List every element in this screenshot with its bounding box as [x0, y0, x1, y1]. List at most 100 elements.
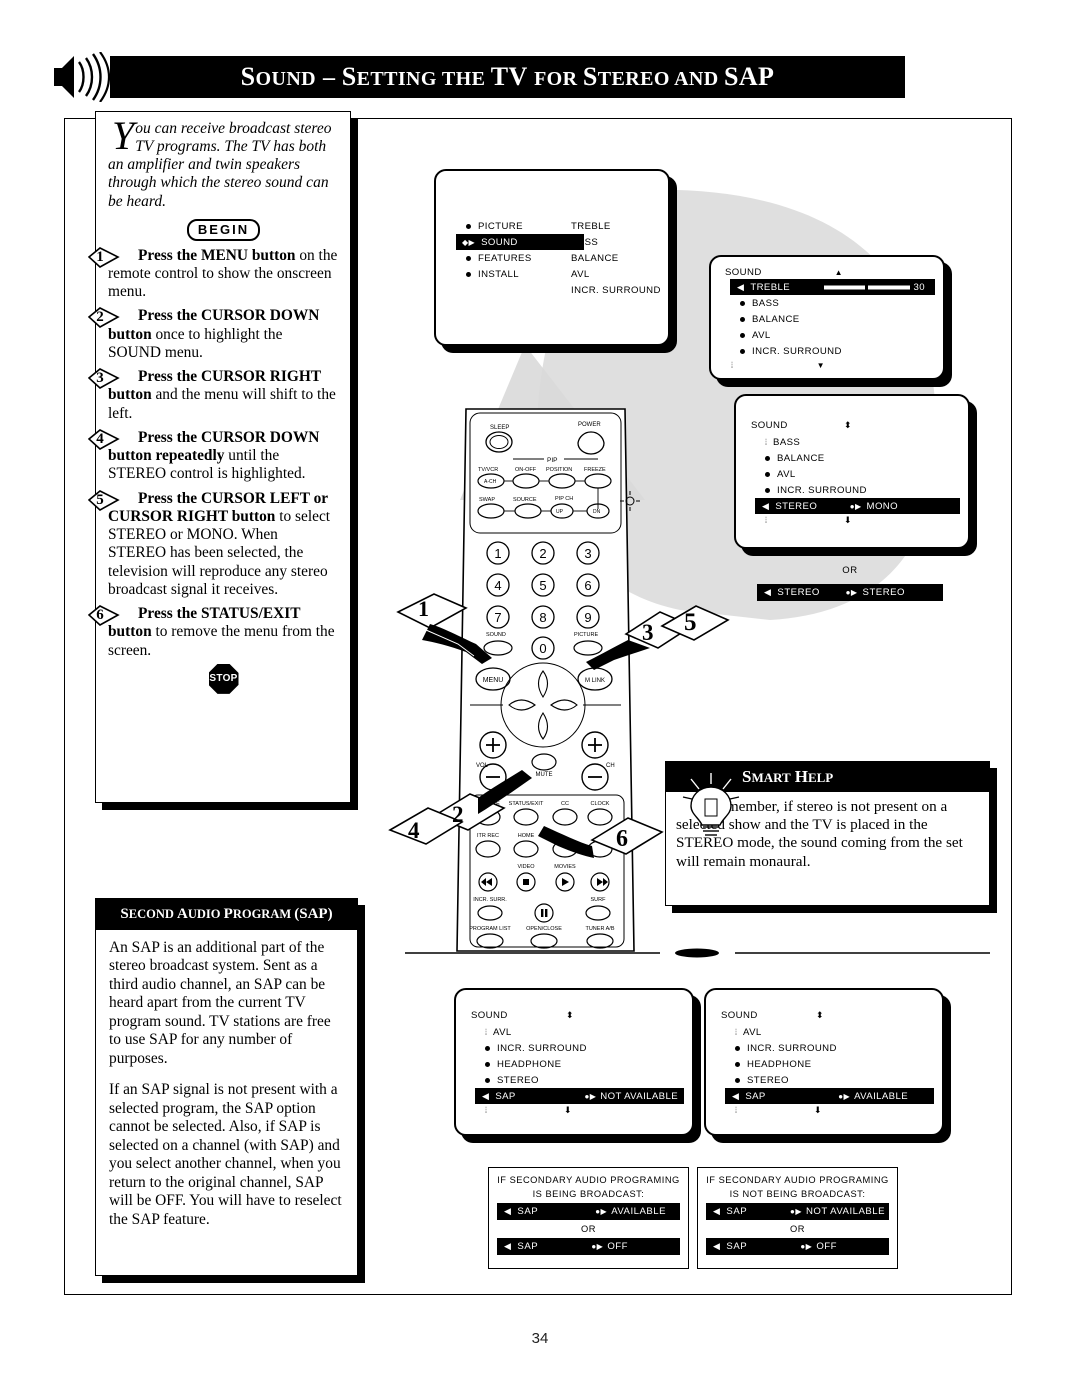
cursor-left-icon[interactable]: ◀	[764, 587, 771, 598]
osd-item-label: SAP	[495, 1090, 516, 1102]
osd-row[interactable]: BALANCE	[755, 450, 960, 466]
osd-item-label: INSTALL	[478, 268, 520, 280]
svg-text:OPEN/CLOSE: OPEN/CLOSE	[526, 926, 562, 932]
osd-row[interactable]: ⦙ AVL	[725, 1024, 934, 1040]
osd-row[interactable]: STEREO	[725, 1072, 934, 1088]
slider-icon[interactable]	[823, 282, 910, 292]
bullet-icon	[485, 1077, 490, 1083]
osd-title: SOUND	[751, 419, 788, 431]
scroll-down-icon[interactable]: ⬇	[844, 515, 852, 526]
cursor-right-icon[interactable]: ●▶	[846, 588, 858, 597]
osd-row[interactable]: ⦙ BASS	[755, 434, 960, 450]
cursor-left-icon[interactable]: ◀	[713, 1241, 720, 1252]
osd-row[interactable]: INCR. SURROUND	[755, 482, 960, 498]
cursor-left-icon[interactable]: ◀	[504, 1241, 511, 1252]
step-2: 2 Press the CURSOR DOWN button once to h…	[88, 307, 339, 362]
osd-row[interactable]: STEREO	[475, 1072, 684, 1088]
osd-row[interactable]: INCR. SURROUND	[730, 343, 935, 359]
scroll-track-icon: ⦙	[735, 1105, 737, 1115]
osd-item-value: STEREO	[862, 587, 905, 598]
osd-row[interactable]: BASS	[730, 295, 935, 311]
osd-item-label: INCR. SURROUND	[747, 1042, 837, 1054]
bullet-icon	[485, 1045, 490, 1051]
bullet-icon	[735, 1077, 740, 1083]
osd-row[interactable]: HEADPHONE	[475, 1056, 684, 1072]
osd-row-selected[interactable]: ◆▶ SOUND	[456, 234, 584, 250]
explain-bar-off[interactable]: ◀ SAP ●▶ OFF	[706, 1238, 889, 1255]
svg-text:6: 6	[584, 578, 591, 593]
osd-row-selected[interactable]: ◀ SAP ●▶ NOT AVAILABLE	[475, 1088, 684, 1104]
osd-item-value: AVAILABLE	[854, 1090, 908, 1102]
cursor-right-icon[interactable]: ●▶	[595, 1207, 607, 1216]
osd-row[interactable]: HEADPHONE	[725, 1056, 934, 1072]
osd-slider-group[interactable]: 30	[823, 282, 935, 293]
scroll-up-icon[interactable]: ▲	[835, 268, 843, 277]
explain-caption-line1: IF SECONDARY AUDIO PROGRAMING	[497, 1175, 680, 1185]
scroll-track-icon: ⦙	[485, 1105, 487, 1115]
osd-title: SOUND	[725, 266, 762, 278]
svg-text:4: 4	[494, 578, 501, 593]
callout-number: 1	[418, 596, 429, 621]
osd-title-row: SOUND ⬍	[747, 416, 960, 434]
cursor-left-icon[interactable]: ◀	[482, 1091, 489, 1102]
explain-bar-off[interactable]: ◀ SAP ●▶ OFF	[497, 1238, 680, 1255]
smart-help-title: SMART HELP	[742, 767, 834, 786]
osd-row[interactable]: AVL	[730, 327, 935, 343]
cursor-left-icon[interactable]: ◀	[732, 1091, 739, 1102]
cursor-right-icon[interactable]: ●▶	[584, 1092, 596, 1101]
svg-text:ON-OFF: ON-OFF	[515, 467, 537, 473]
svg-text:FREEZE: FREEZE	[584, 467, 606, 473]
osd-row-selected[interactable]: ◀ TREBLE 30	[730, 279, 935, 295]
osd-item-label: INCR. SURROUND	[777, 484, 867, 496]
step-1: 1 Press the MENU button on the remote co…	[88, 247, 339, 302]
osd-sap-available: SOUND ⬍ ⦙ AVL INCR. SURROUND HEADPHONE S…	[704, 988, 944, 1136]
step-number-badge: 2	[88, 307, 122, 329]
cursor-left-icon[interactable]: ◀	[713, 1206, 720, 1217]
osd-stereo-stereo-bar[interactable]: ◀ STEREO ●▶ STEREO	[757, 584, 943, 601]
scroll-down-icon[interactable]: ⬇	[814, 1105, 822, 1116]
explain-bar-label: SAP	[517, 1241, 539, 1252]
osd-title-row: SOUND ⬍	[717, 1006, 934, 1024]
step-number: 2	[96, 309, 104, 326]
cursor-right-icon[interactable]: ●▶	[850, 502, 862, 511]
osd-row[interactable]: AVL	[755, 466, 960, 482]
osd-row[interactable]: INCR. SURROUND	[475, 1040, 684, 1056]
cursor-right-icon[interactable]: ●▶	[790, 1207, 802, 1216]
osd-row[interactable]: ⦙ AVL	[475, 1024, 684, 1040]
osd-sap-not-available: SOUND ⬍ ⦙ AVL INCR. SURROUND HEADPHONE S…	[454, 988, 694, 1136]
osd-item-label: PICTURE	[478, 220, 523, 232]
scroll-up-icon[interactable]: ⬍	[816, 1010, 824, 1021]
sap-paragraph: If an SAP signal is not present with a s…	[109, 1081, 342, 1228]
explain-bar-not-available[interactable]: ◀ SAP ●▶ NOT AVAILABLE	[706, 1203, 889, 1220]
scroll-up-icon[interactable]: ⬍	[566, 1010, 574, 1021]
osd-row[interactable]: INCR. SURROUND	[725, 1040, 934, 1056]
callout-1-pointer: 1	[396, 593, 492, 664]
scroll-down-icon[interactable]: ▼	[817, 361, 825, 370]
scroll-up-icon[interactable]: ⬍	[844, 420, 852, 431]
cursor-right-icon[interactable]: ●▶	[800, 1242, 812, 1251]
cursor-right-icon[interactable]: ●▶	[591, 1242, 603, 1251]
step-text: Press the CURSOR DOWN button once to hig…	[108, 307, 339, 362]
osd-main-menu: PICTURE ◆▶ SOUND FEATURES INSTALL TREBLE…	[434, 169, 670, 346]
step-text: Press the CURSOR LEFT or CURSOR RIGHT bu…	[108, 490, 339, 600]
scroll-track-icon: ⦙	[735, 1026, 737, 1037]
stop-marker: STOP	[108, 663, 339, 694]
sap-panel: SECOND AUDIO PROGRAM (SAP) An SAP is an …	[95, 898, 358, 1276]
scroll-track-icon: ⦙	[731, 360, 733, 370]
osd-row-selected[interactable]: ◀ SAP ●▶ AVAILABLE	[725, 1088, 934, 1104]
osd-row-selected[interactable]: ◀ STEREO ●▶ MONO	[755, 498, 960, 514]
svg-text:PIP CH: PIP CH	[555, 496, 573, 502]
cursor-left-icon[interactable]: ◀	[504, 1206, 511, 1217]
svg-text:PIP: PIP	[547, 457, 557, 464]
cursor-left-icon[interactable]: ◀	[762, 501, 769, 512]
step-number-badge: 5	[88, 489, 122, 511]
callout-number: 4	[408, 818, 420, 843]
osd-title-row: SOUND ⬍	[467, 1006, 684, 1024]
explain-bar-available[interactable]: ◀ SAP ●▶ AVAILABLE	[497, 1203, 680, 1220]
callout-2-4-pointer: 2 4	[388, 770, 532, 845]
osd-row[interactable]: BALANCE	[730, 311, 935, 327]
begin-label: BEGIN	[186, 218, 261, 241]
scroll-down-icon[interactable]: ⬇	[564, 1105, 572, 1116]
cursor-left-icon[interactable]: ◀	[737, 282, 744, 293]
cursor-right-icon[interactable]: ●▶	[838, 1092, 850, 1101]
